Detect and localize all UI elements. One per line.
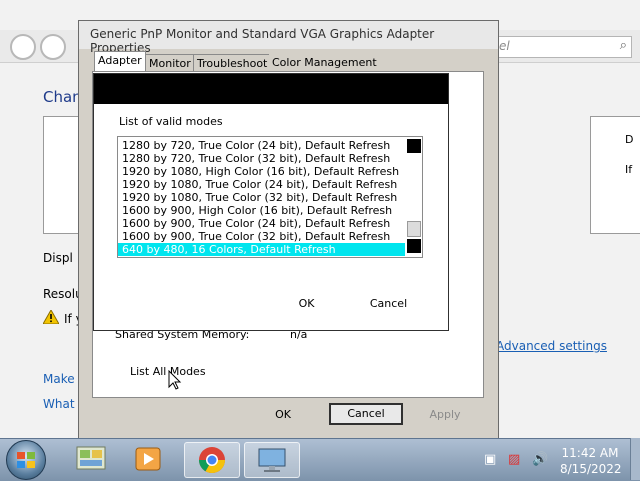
taskbar-media-player[interactable] [122,442,176,476]
control-panel-icon [76,446,106,470]
volume-icon[interactable]: 🔊 [532,452,548,467]
list-item[interactable]: 1920 by 1080, True Color (32 bit), Defau… [122,191,397,204]
list-item[interactable]: 1280 by 720, True Color (24 bit), Defaul… [122,139,390,152]
display-label: Displ [43,251,73,265]
clock-time[interactable]: 11:42 AM [560,446,620,460]
dialog-titlebar[interactable]: Generic PnP Monitor and Standard VGA Gra… [79,21,498,55]
valid-modes-label: List of valid modes [119,115,223,128]
page-heading: Chan [43,88,82,106]
taskbar-display-settings[interactable] [244,442,300,478]
ok-button[interactable]: OK [269,405,297,425]
list-item[interactable]: 1600 by 900, True Color (32 bit), Defaul… [122,230,390,243]
mouse-cursor-icon [168,370,182,390]
warning-icon [43,310,59,324]
list-item[interactable]: 1600 by 900, High Color (16 bit), Defaul… [122,204,392,217]
scroll-up-button[interactable] [407,139,421,153]
dialog-title: Generic PnP Monitor and Standard VGA Gra… [90,27,435,55]
back-button[interactable] [10,34,36,60]
tab-monitor[interactable]: Monitor [145,54,195,72]
taskbar-chrome[interactable] [184,442,240,478]
side-panel-text: D [625,133,634,146]
scroll-thumb[interactable] [407,221,421,237]
list-modes-dialog: List of valid modes 1280 by 720, True Co… [93,73,449,331]
side-panel-box: D If [590,116,640,234]
show-desktop-button[interactable] [630,438,640,480]
list-item-selected[interactable]: 640 by 480, 16 Colors, Default Refresh [118,243,406,256]
tab-adapter[interactable]: Adapter [94,51,146,72]
modes-scrollbar[interactable] [405,137,422,257]
search-input[interactable]: el ⌕ [496,36,632,58]
tab-color-management[interactable]: Color Management [269,54,380,71]
list-item[interactable]: 1600 by 900, True Color (24 bit), Defaul… [122,217,390,230]
search-icon[interactable]: ⌕ [620,38,627,53]
list-item[interactable]: 1920 by 1080, True Color (24 bit), Defau… [122,178,397,191]
modes-cancel-button[interactable]: Cancel [366,294,411,314]
modes-listbox[interactable]: 1280 by 720, True Color (24 bit), Defaul… [117,136,423,258]
taskbar-control-panel[interactable] [64,442,118,476]
chrome-icon [198,447,226,474]
side-panel-text: If [625,163,633,176]
list-item[interactable]: 1920 by 1080, High Color (16 bit), Defau… [122,165,399,178]
modes-dialog-titlebar[interactable] [94,74,448,104]
start-button[interactable] [6,440,46,480]
forward-button[interactable] [40,34,66,60]
cancel-button[interactable]: Cancel [329,403,403,425]
network-icon[interactable]: ▨ [508,452,520,467]
modes-ok-button[interactable]: OK [289,294,324,314]
display-settings-icon [258,448,286,472]
action-center-icon[interactable]: ▣ [484,452,496,467]
tab-troubleshoot[interactable]: Troubleshoot [193,54,272,72]
advanced-settings-link[interactable]: Advanced settings [496,339,607,353]
resolution-label: Resolu [43,287,83,301]
media-player-icon [135,447,161,471]
scroll-down-button[interactable] [407,239,421,253]
apply-button: Apply [429,408,461,421]
clock-date[interactable]: 8/15/2022 [560,462,622,476]
search-placeholder: el [499,39,510,53]
windows-logo-icon [17,452,35,468]
list-item[interactable]: 1280 by 720, True Color (32 bit), Defaul… [122,152,390,165]
